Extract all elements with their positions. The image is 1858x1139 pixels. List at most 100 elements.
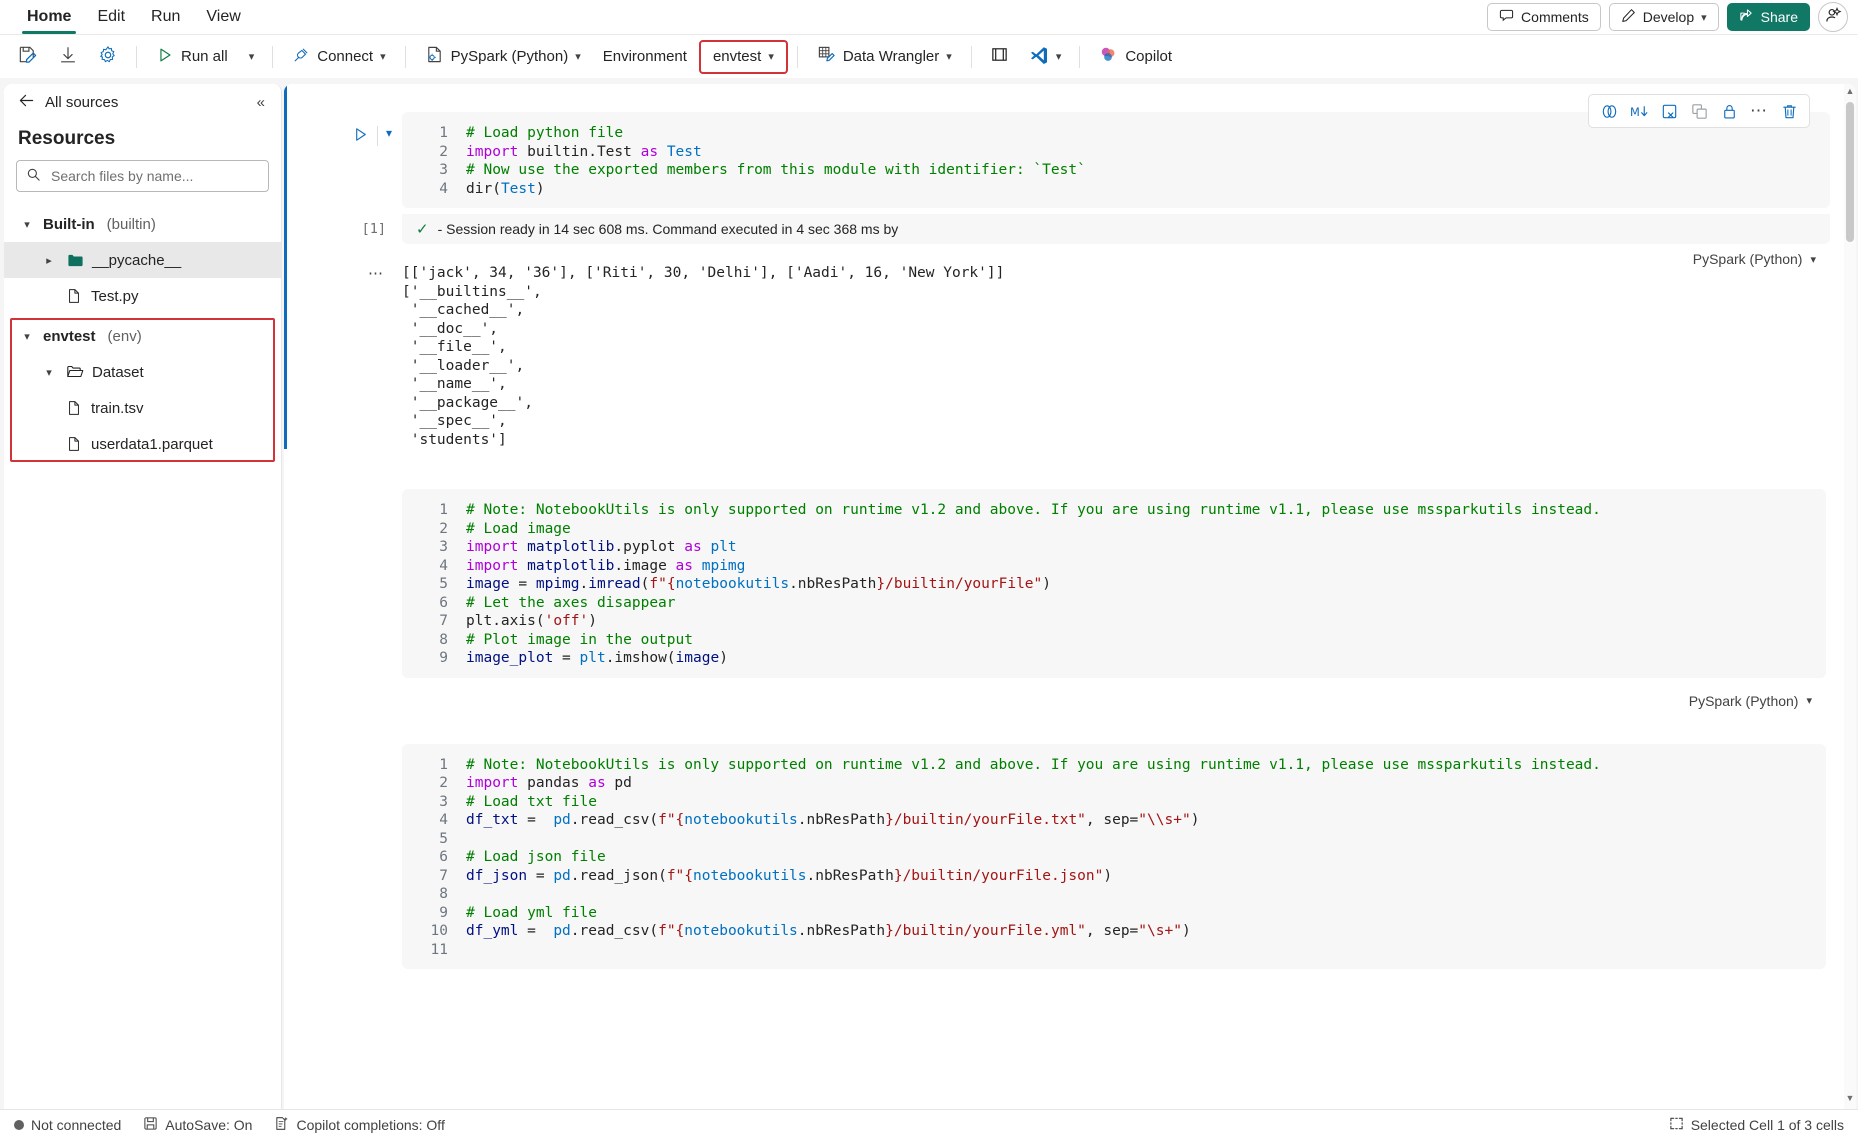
open-in-vscode-button[interactable]: ▾: [1020, 41, 1071, 73]
code-token: pd: [553, 923, 571, 939]
notebook-cell[interactable]: 1 # Note: NotebookUtils is only supported…: [284, 489, 1856, 718]
divider: [376, 126, 378, 146]
copy-cell-icon[interactable]: [1685, 97, 1713, 125]
code-token: image: [675, 650, 720, 666]
vscode-icon: [1029, 45, 1049, 69]
code-token: # Plot image in the output: [466, 631, 693, 648]
tab-home-label: Home: [27, 8, 72, 25]
run-all-button[interactable]: Run all: [146, 41, 238, 73]
open-in-notebook-button[interactable]: [981, 41, 1018, 73]
run-cell-icon[interactable]: [352, 126, 369, 148]
delete-cell-icon[interactable]: [1775, 97, 1803, 125]
tab-view[interactable]: View: [193, 0, 253, 34]
data-wrangler-button[interactable]: Data Wrangler ▾: [807, 41, 962, 73]
save-edit-icon: [17, 44, 38, 69]
cell-spacer: [284, 449, 1856, 489]
comments-button[interactable]: Comments: [1487, 3, 1601, 31]
autosave-status[interactable]: AutoSave: On: [143, 1116, 252, 1134]
code-token: f"{: [658, 812, 685, 828]
cell-gutter: [284, 489, 402, 678]
copilot-completions-icon: [274, 1116, 289, 1134]
scrollbar-thumb[interactable]: [1846, 102, 1854, 242]
output-more-icon[interactable]: ⋯: [284, 264, 402, 449]
code-token: notebookutils: [675, 576, 790, 592]
plug-icon: [292, 46, 310, 68]
scroll-down-icon[interactable]: ▼: [1844, 1093, 1856, 1107]
develop-button[interactable]: Develop ▾: [1608, 3, 1719, 31]
clear-output-icon[interactable]: [1655, 97, 1683, 125]
tab-home[interactable]: Home: [14, 0, 84, 34]
code-token: dir: [466, 180, 493, 197]
code-token: image: [466, 576, 519, 592]
selection-frame-icon: [1669, 1116, 1684, 1134]
scroll-up-icon[interactable]: ▲: [1844, 86, 1856, 100]
notebook-cell[interactable]: ▾ 1 # Load python file 2 import builtin.Te…: [284, 84, 1856, 449]
code-editor[interactable]: 1 # Note: NotebookUtils is only supported…: [402, 489, 1826, 678]
tree-item-dataset[interactable]: ▾ Dataset: [4, 354, 281, 390]
chevron-down-icon[interactable]: ▾: [40, 366, 58, 379]
line-number: 8: [439, 631, 448, 648]
more-options-icon[interactable]: ⋯: [1745, 97, 1773, 125]
user-avatar-button[interactable]: [1818, 2, 1848, 32]
cell-status-message: ✓ - Session ready in 14 sec 608 ms. Comm…: [402, 214, 1830, 244]
connection-status[interactable]: Not connected: [14, 1117, 121, 1133]
download-button[interactable]: [49, 41, 87, 73]
tree-item-testpy[interactable]: Test.py: [4, 278, 281, 314]
search-files-box[interactable]: [16, 160, 269, 192]
code-token: pd: [553, 867, 571, 884]
code-token: pd: [614, 775, 632, 791]
search-input[interactable]: [49, 167, 259, 185]
markdown-icon[interactable]: M: [1625, 97, 1653, 125]
notebook-scroll-area: ▾ 1 # Load python file 2 import builtin.Te…: [284, 84, 1856, 1109]
tab-edit[interactable]: Edit: [84, 0, 138, 34]
cell-code-row: 1 # Note: NotebookUtils is only supported…: [284, 489, 1856, 678]
env-selector[interactable]: envtest ▾: [698, 39, 788, 74]
chevron-right-icon[interactable]: ▸: [40, 254, 58, 267]
tree-item-pycache[interactable]: ▸ __pycache__: [4, 242, 281, 278]
kernel-selector[interactable]: PySpark (Python) ▾: [415, 41, 591, 73]
back-arrow-icon[interactable]: [18, 92, 35, 113]
environment-button[interactable]: Environment: [593, 41, 697, 73]
chevron-down-icon[interactable]: ▾: [386, 126, 392, 140]
tab-run[interactable]: Run: [138, 0, 193, 34]
tree-item-pycache-label: __pycache__: [92, 251, 182, 269]
code-token: notebookutils: [693, 867, 807, 884]
line-number: 8: [439, 886, 448, 902]
gear-icon: [98, 45, 118, 69]
code-token: /builtin/yourFile": [885, 576, 1043, 592]
status-dot-icon: [14, 1119, 24, 1130]
line-number: 3: [439, 162, 448, 178]
line-number: 1: [439, 125, 448, 141]
notebook-cell[interactable]: 1 # Note: NotebookUtils is only supported…: [284, 743, 1856, 969]
all-sources-link[interactable]: All sources: [45, 94, 118, 111]
cell-selection-status[interactable]: Selected Cell 1 of 3 cells: [1669, 1116, 1844, 1134]
code-editor[interactable]: 1 # Note: NotebookUtils is only supported…: [402, 743, 1826, 969]
connect-button[interactable]: Connect ▾: [282, 41, 395, 73]
code-token: # Load txt file: [466, 793, 597, 810]
chevron-down-icon: ▾: [1701, 11, 1707, 24]
cell-language-selector[interactable]: PySpark (Python) ▾: [1683, 690, 1818, 712]
undo-cell-icon[interactable]: [1595, 97, 1623, 125]
code-token: f"{: [666, 867, 694, 884]
share-button[interactable]: Share: [1726, 3, 1810, 31]
tree-item-train-tsv[interactable]: train.tsv: [4, 390, 281, 426]
save-button[interactable]: [8, 41, 47, 73]
tree-group-envtest[interactable]: ▾ envtest (env): [4, 318, 281, 354]
tree-group-builtin[interactable]: ▾ Built-in (builtin): [4, 206, 281, 242]
code-token: (: [492, 180, 501, 197]
divider: [970, 45, 972, 68]
code-token: ): [1181, 923, 1191, 939]
code-token: import: [466, 143, 528, 160]
collapse-sidebar-button[interactable]: «: [251, 92, 271, 113]
tree-item-userdata-parquet[interactable]: userdata1.parquet: [4, 426, 281, 462]
code-token: =: [535, 867, 554, 884]
line-number: 3: [439, 793, 448, 810]
copilot-status[interactable]: Copilot completions: Off: [274, 1116, 445, 1134]
settings-button[interactable]: [89, 41, 127, 73]
notebook-scrollbar[interactable]: ▲ ▼: [1844, 84, 1856, 1109]
lock-icon[interactable]: [1715, 97, 1743, 125]
notebook-kernel-icon: [425, 45, 444, 68]
run-all-dropdown[interactable]: ▾: [240, 41, 264, 73]
line-number: 7: [439, 613, 448, 629]
copilot-button[interactable]: Copilot: [1089, 41, 1182, 73]
